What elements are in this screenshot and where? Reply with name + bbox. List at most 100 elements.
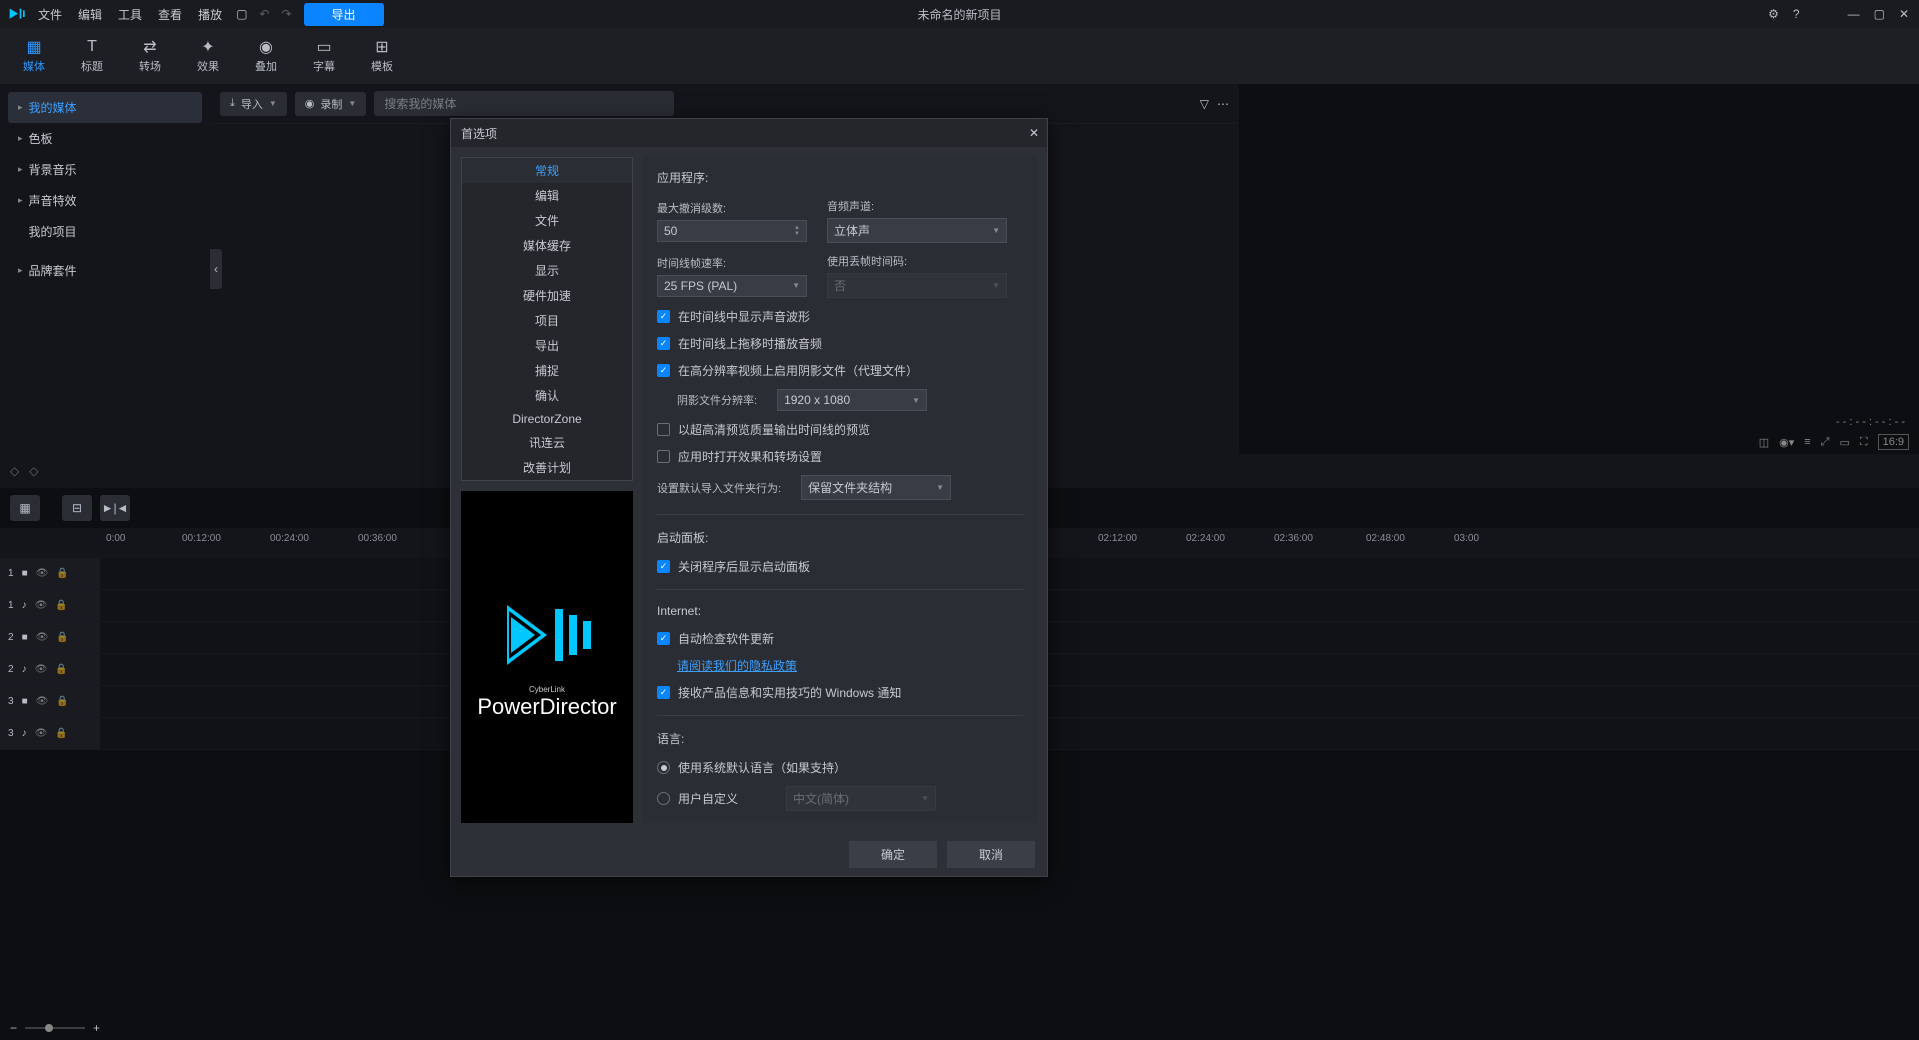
export-button[interactable]: 导出 xyxy=(304,3,384,26)
record-button[interactable]: ◉录制▼ xyxy=(295,92,367,116)
prefs-cat-4[interactable]: 显示 xyxy=(462,258,632,283)
quality-icon[interactable]: ◉▾ xyxy=(1779,436,1794,449)
sidebar-item-my-media[interactable]: ▸我的媒体 xyxy=(8,92,202,123)
prefs-cat-10[interactable]: DirectorZone xyxy=(462,408,632,430)
tab-template[interactable]: ⊞模板 xyxy=(358,38,406,74)
dialog-close-icon[interactable]: ✕ xyxy=(1029,126,1039,140)
prefs-cat-1[interactable]: 编辑 xyxy=(462,183,632,208)
chk-scrub-audio[interactable] xyxy=(657,337,670,350)
prefs-cat-7[interactable]: 导出 xyxy=(462,333,632,358)
zoom-fit-icon[interactable]: ⤢ xyxy=(1821,436,1830,449)
privacy-link[interactable]: 请阅读我们的隐私政策 xyxy=(677,659,797,673)
radio-user-lang[interactable] xyxy=(657,792,670,805)
list-icon[interactable]: ≡ xyxy=(1804,436,1810,448)
menu-play[interactable]: 播放 xyxy=(198,6,222,23)
fullscreen-icon[interactable]: ⛶ xyxy=(1860,436,1868,449)
close-icon[interactable]: ✕ xyxy=(1899,7,1909,21)
search-input[interactable]: 搜索我的媒体 xyxy=(374,91,674,116)
filter-icon[interactable]: ▽ xyxy=(1200,97,1209,111)
input-max-undo[interactable]: 50 ▲▼ xyxy=(657,220,807,242)
import-button[interactable]: ⤓导入▼ xyxy=(220,92,287,116)
sidebar-item-soundfx[interactable]: ▸声音特效 xyxy=(8,185,202,216)
menu-tools[interactable]: 工具 xyxy=(118,6,142,23)
track-header[interactable]: 2 ■ 👁 🔒 xyxy=(0,622,100,653)
tl-view-btn[interactable]: ⊟ xyxy=(62,495,92,521)
aspect-badge[interactable]: 16:9 xyxy=(1878,434,1909,450)
undo-icon[interactable]: ↶ xyxy=(259,7,269,21)
prefs-cat-5[interactable]: 硬件加速 xyxy=(462,283,632,308)
tab-subtitle[interactable]: ▭字幕 xyxy=(300,38,348,74)
select-proxy-res[interactable]: 1920 x 1080▼ xyxy=(777,389,927,411)
ok-button[interactable]: 确定 xyxy=(849,841,937,868)
lock-icon[interactable]: 🔒 xyxy=(55,728,67,739)
snapshot-icon[interactable]: ◫ xyxy=(1759,436,1769,449)
tag2-icon[interactable]: ◇ xyxy=(29,464,38,478)
sidebar-item-brandkit[interactable]: ▸品牌套件 xyxy=(8,255,202,286)
settings-icon[interactable]: ⚙ xyxy=(1768,7,1779,21)
chk-windows-notif[interactable] xyxy=(657,686,670,699)
chk-show-startup[interactable] xyxy=(657,560,670,573)
visibility-icon[interactable]: 👁 xyxy=(35,600,48,611)
collapse-sidebar-handle[interactable]: ‹ xyxy=(210,249,222,289)
more-icon[interactable]: ⋯ xyxy=(1217,97,1229,111)
track-header[interactable]: 2 ♪ 👁 🔒 xyxy=(0,654,100,685)
track-header[interactable]: 3 ♪ 👁 🔒 xyxy=(0,718,100,749)
visibility-icon[interactable]: 👁 xyxy=(36,696,49,707)
track-header[interactable]: 3 ■ 👁 🔒 xyxy=(0,686,100,717)
visibility-icon[interactable]: 👁 xyxy=(36,568,49,579)
select-audio-ch[interactable]: 立体声▼ xyxy=(827,218,1007,243)
prefs-cat-12[interactable]: 改善计划 xyxy=(462,455,632,480)
chk-proxy[interactable] xyxy=(657,364,670,377)
lock-icon[interactable]: 🔒 xyxy=(56,696,68,707)
cancel-button[interactable]: 取消 xyxy=(947,841,1035,868)
sidebar-item-bgmusic[interactable]: ▸背景音乐 xyxy=(8,154,202,185)
radio-system-lang[interactable] xyxy=(657,761,670,774)
prefs-cat-0[interactable]: 常规 xyxy=(462,158,632,183)
tab-media[interactable]: ▦媒体 xyxy=(10,38,58,74)
menu-file[interactable]: 文件 xyxy=(38,6,62,23)
prefs-cat-11[interactable]: 讯连云 xyxy=(462,430,632,455)
chk-open-fx[interactable] xyxy=(657,450,670,463)
menu-edit[interactable]: 编辑 xyxy=(78,6,102,23)
chk-waveform[interactable] xyxy=(657,310,670,323)
view-mode-icon[interactable]: ▭ xyxy=(1839,436,1849,449)
zoom-slider[interactable] xyxy=(25,1027,85,1029)
prefs-cat-6[interactable]: 项目 xyxy=(462,308,632,333)
tab-title[interactable]: T标题 xyxy=(68,38,116,74)
visibility-icon[interactable]: 👁 xyxy=(36,632,49,643)
select-fps[interactable]: 25 FPS (PAL)▼ xyxy=(657,275,807,297)
lock-icon[interactable]: 🔒 xyxy=(56,632,68,643)
chk-auto-update[interactable] xyxy=(657,632,670,645)
minimize-icon[interactable]: — xyxy=(1848,7,1860,21)
tl-magnet-btn[interactable]: ►|◄ xyxy=(100,495,130,521)
prefs-cat-8[interactable]: 捕捉 xyxy=(462,358,632,383)
lock-icon[interactable]: 🔒 xyxy=(55,600,67,611)
lock-icon[interactable]: 🔒 xyxy=(55,664,67,675)
zoom-in-icon[interactable]: + xyxy=(93,1021,100,1035)
visibility-icon[interactable]: 👁 xyxy=(35,728,48,739)
chk-hq-preview[interactable] xyxy=(657,423,670,436)
prefs-cat-9[interactable]: 确认 xyxy=(462,383,632,408)
track-header[interactable]: 1 ■ 👁 🔒 xyxy=(0,558,100,589)
visibility-icon[interactable]: 👁 xyxy=(35,664,48,675)
help-icon[interactable]: ? xyxy=(1793,7,1800,21)
prefs-cat-2[interactable]: 文件 xyxy=(462,208,632,233)
prefs-cat-3[interactable]: 媒体缓存 xyxy=(462,233,632,258)
track-header[interactable]: 1 ♪ 👁 🔒 xyxy=(0,590,100,621)
save-icon[interactable]: ▢ xyxy=(236,7,247,21)
maximize-icon[interactable]: ▢ xyxy=(1874,7,1885,21)
select-import-behavior[interactable]: 保留文件夹结构▼ xyxy=(801,475,951,500)
lock-icon[interactable]: 🔒 xyxy=(56,568,68,579)
tab-overlay[interactable]: ◉叠加 xyxy=(242,38,290,74)
redo-icon[interactable]: ↷ xyxy=(281,7,291,21)
dialog-titlebar[interactable]: 首选项 ✕ xyxy=(451,119,1047,147)
sidebar-item-myproject[interactable]: ▸我的项目 xyxy=(8,216,202,247)
tab-transition[interactable]: ⇄转场 xyxy=(126,38,174,74)
zoom-out-icon[interactable]: − xyxy=(10,1021,17,1035)
tag-icon[interactable]: ◇ xyxy=(10,464,19,478)
tab-effect[interactable]: ✦效果 xyxy=(184,38,232,74)
sidebar-item-colorboard[interactable]: ▸色板 xyxy=(8,123,202,154)
select-drop-tc: 否▼ xyxy=(827,273,1007,298)
menu-view[interactable]: 查看 xyxy=(158,6,182,23)
tl-tracks-btn[interactable]: ▦ xyxy=(10,495,40,521)
